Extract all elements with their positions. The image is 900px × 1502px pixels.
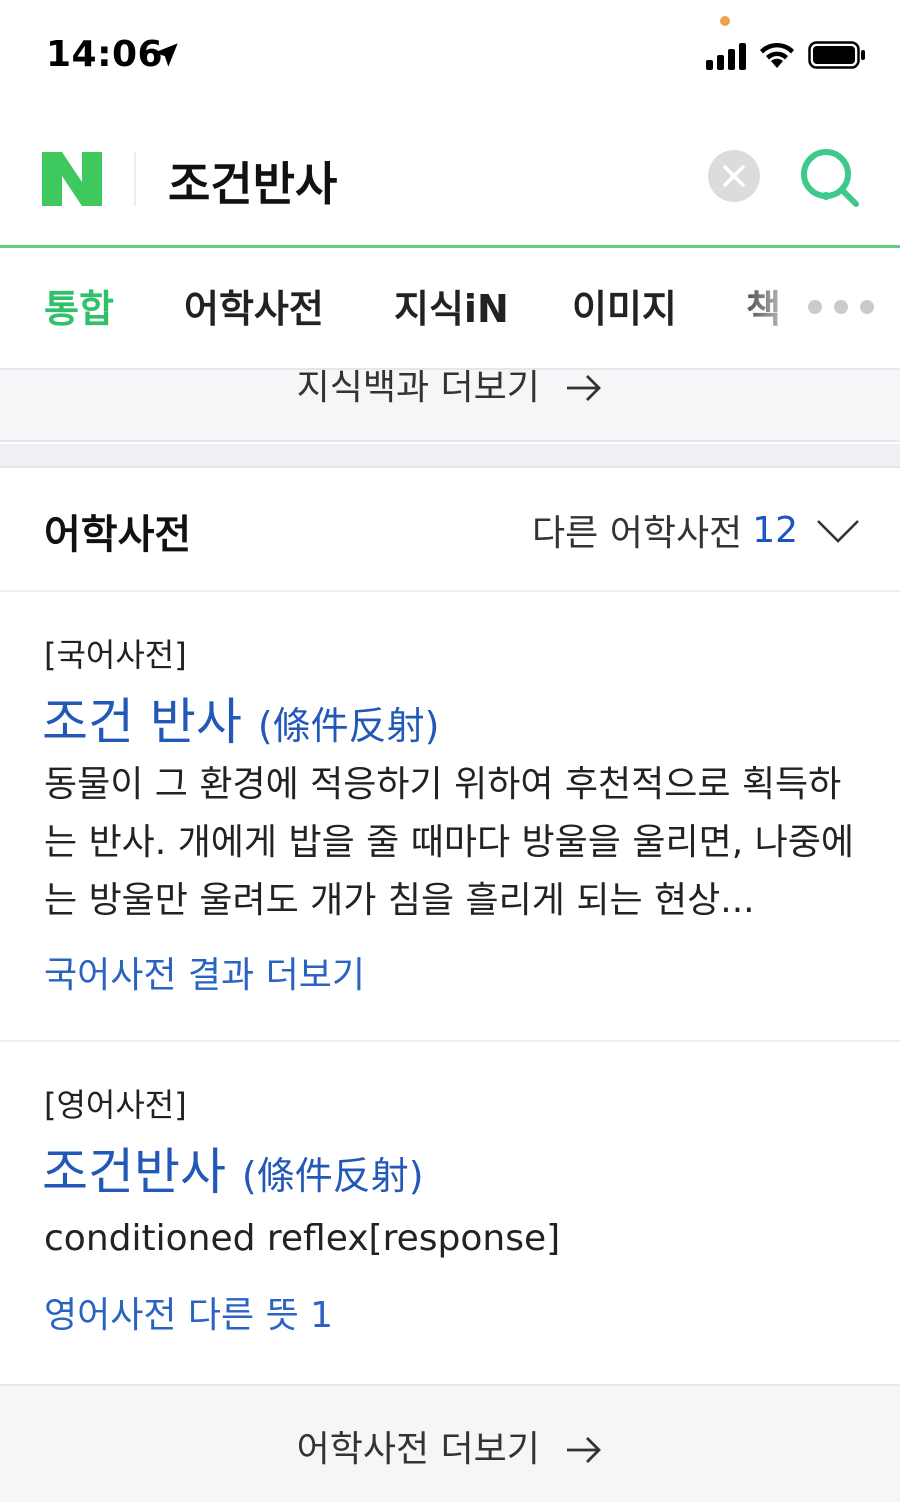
tab-bar: 통합 어학사전 지식iN 이미지 책 [0, 248, 900, 370]
dictionary-section-header: 어학사전 다른 어학사전 12 [0, 470, 900, 592]
section-gap [0, 444, 900, 468]
entry-definition: conditioned reflex[response] [44, 1218, 561, 1259]
other-dictionary-label: 다른 어학사전 [532, 513, 743, 554]
entry-hanja: (條件反射) [257, 704, 440, 748]
entry-headword: 조건 반사 [42, 693, 242, 751]
entry-tag: [국어사전] [44, 636, 187, 674]
entry-headword-link[interactable]: 조건 반사 (條件反射) [42, 682, 439, 754]
other-dictionary-toggle[interactable]: 다른 어학사전 12 [532, 504, 860, 556]
entry-tag: [영어사전] [44, 1086, 187, 1124]
tab-dictionary[interactable]: 어학사전 [184, 278, 324, 333]
arrow-right-icon [567, 375, 602, 401]
more-dots-icon[interactable] [808, 300, 874, 316]
arrow-right-icon [567, 1437, 602, 1463]
encyclopedia-more-button[interactable]: 지식백과 더보기 [0, 370, 900, 442]
status-time: 14:06 [46, 34, 164, 75]
search-input[interactable]: 조건반사 [168, 148, 337, 214]
wifi-icon [760, 42, 794, 68]
dictionary-more-button[interactable]: 어학사전 더보기 [0, 1384, 900, 1502]
tab-integrated[interactable]: 통합 [44, 278, 114, 333]
naver-logo[interactable] [42, 152, 102, 206]
search-icon[interactable] [798, 146, 862, 210]
entry-headword: 조건반사 [42, 1143, 226, 1201]
tab-knowledge-in[interactable]: 지식iN [394, 278, 509, 333]
status-bar: 14:06 [0, 0, 900, 110]
camera-indicator [720, 16, 730, 26]
dictionary-entry-korean: [국어사전] 조건 반사 (條件反射) 동물이 그 환경에 적응하기 위하여 후… [0, 594, 900, 1042]
dictionary-entry-english: [영어사전] 조건반사 (條件反射) conditioned reflex[re… [0, 1044, 900, 1384]
signal-icon [706, 42, 748, 70]
location-arrow-icon [154, 43, 178, 67]
other-dictionary-count: 12 [752, 509, 798, 551]
english-other-meaning-link[interactable]: 영어사전 다른 뜻 1 [44, 1286, 333, 1338]
search-bar: 조건반사 [0, 110, 900, 248]
entry-hanja: (條件反射) [241, 1154, 424, 1198]
section-title: 어학사전 [44, 512, 192, 558]
close-icon [723, 165, 745, 187]
chevron-down-icon [817, 520, 859, 543]
encyclopedia-more-label: 지식백과 더보기 [296, 370, 540, 408]
entry-definition: 동물이 그 환경에 적응하기 위하여 후천적으로 획득하는 반사. 개에게 밥을… [44, 764, 854, 921]
dictionary-more-label: 어학사전 더보기 [296, 1429, 540, 1470]
logo-divider [134, 152, 136, 206]
tab-images[interactable]: 이미지 [572, 278, 677, 333]
entry-headword-link[interactable]: 조건반사 (條件反射) [42, 1132, 424, 1204]
clear-button[interactable] [708, 150, 760, 202]
korean-dictionary-more-link[interactable]: 국어사전 결과 더보기 [44, 946, 365, 998]
battery-icon [808, 41, 865, 69]
